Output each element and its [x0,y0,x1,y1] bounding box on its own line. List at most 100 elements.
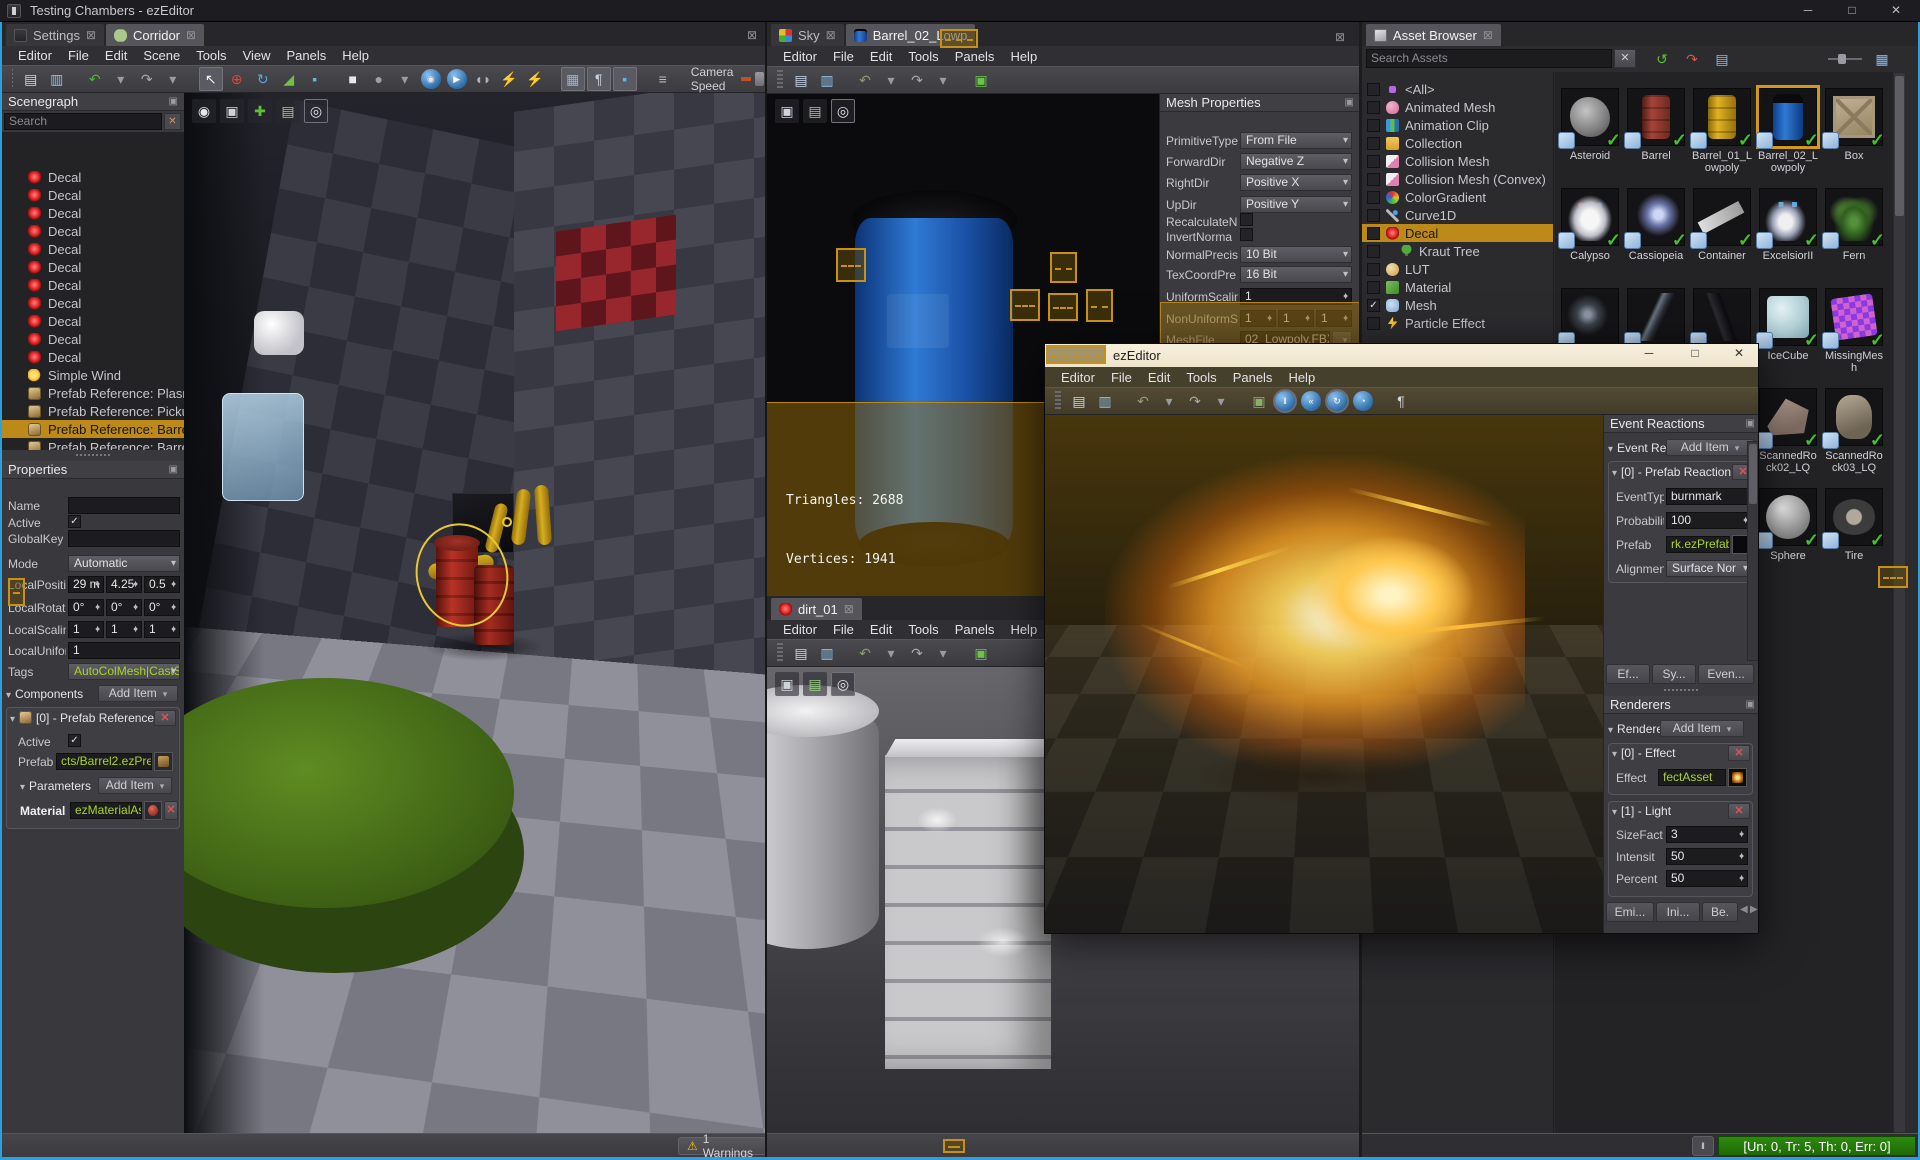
menu-item[interactable]: File [825,620,862,639]
dock-scrollbar[interactable] [1747,441,1758,661]
intensity-field[interactable]: 50 [1666,848,1748,865]
asset-thumbnail[interactable]: ✓ [1756,88,1819,150]
scenegraph-item[interactable]: Decal [2,294,184,312]
gizmo-handle[interactable] [502,517,512,527]
toolbar-grip[interactable] [1055,391,1061,411]
toolbar-icon[interactable]: ◉ [420,69,441,89]
toolbar-icon[interactable]: ▾ [1157,389,1181,413]
toolbar-icon[interactable]: ◢ [277,67,301,91]
event-reactions-group[interactable]: Event Reac [1608,441,1668,455]
tab-emission[interactable]: Emi... [1606,902,1654,922]
menu-item[interactable]: File [60,46,97,65]
asset-item[interactable]: ✓ ScannedRock02_LQ [1755,384,1821,484]
updir-select[interactable]: Positive Y [1240,196,1352,213]
toolbar-icon[interactable]: ¶ [1389,389,1413,413]
menu-item[interactable]: View [235,46,279,65]
asset-thumbnail[interactable]: ✓ [1822,88,1885,150]
toolbar-icon[interactable]: ◖◗ [471,67,495,91]
toolbar-icon[interactable]: ↖ [198,67,223,91]
menu-item[interactable]: Edit [862,47,900,66]
float-panel-icon[interactable]: ▣ [169,96,178,107]
warnings-button[interactable]: ⚠ 1 Warnings [678,1132,767,1158]
viewport-icon[interactable]: ▤ [276,99,300,123]
reaction-header[interactable]: [0] - Prefab Reaction [1612,465,1731,479]
minimize-button[interactable]: ─ [1786,0,1830,21]
toolbar-icon[interactable]: ▤ [789,641,813,665]
search-clear-button[interactable]: ✕ [1614,49,1636,68]
reaction-prefab-field[interactable]: rk.ezPrefab [1666,536,1730,553]
toolbar-icon[interactable]: ↷ [135,67,159,91]
viewport-icon[interactable]: ◎ [304,99,328,123]
asset-type-item[interactable]: ✓ Mesh [1362,296,1553,314]
parameters-add-item-button[interactable]: Add Item [98,777,172,794]
toolbar-icon[interactable]: ▤ [789,68,813,92]
menu-item[interactable]: File [825,47,862,66]
close-button[interactable]: ✕ [1874,0,1918,21]
effect-asset-field[interactable]: fectAsset [1658,769,1726,786]
toolbar-icon[interactable]: ▾ [931,68,955,92]
float-panel-icon[interactable]: ▣ [1345,97,1354,108]
asset-thumbnail[interactable] [1624,288,1685,349]
type-filter-checkbox[interactable] [1367,316,1380,330]
asset-type-item[interactable]: Collection [1362,134,1553,152]
asset-item[interactable]: ✓ Container [1689,184,1755,284]
menu-item[interactable]: File [1103,368,1140,387]
type-filter-checkbox[interactable] [1367,136,1380,150]
viewport-icon[interactable]: ✚ [248,99,272,123]
camera-speed-slider[interactable] [741,72,765,86]
viewport-icon[interactable]: ▤ [803,99,827,123]
toolbar-icon[interactable]: ◔ [1353,391,1373,411]
asset-thumbnail[interactable]: ✓ [1558,188,1621,250]
scenegraph-item[interactable]: Prefab Reference: Pickup_P... [2,402,184,420]
asset-type-item[interactable]: ColorGradient [1362,188,1553,206]
texcoord-precision-select[interactable]: 16 Bit [1240,266,1352,283]
tab-close-icon[interactable]: ⊠ [86,28,96,42]
scenegraph-search-input[interactable]: Search [4,113,162,130]
asset-thumbnail[interactable] [1690,288,1751,349]
tab-initialization[interactable]: Ini... [1656,902,1700,922]
toolbar-icon[interactable]: ▥ [45,67,69,91]
toolbar-icon[interactable]: ▾ [931,641,955,665]
asset-type-item[interactable]: Collision Mesh [1362,152,1553,170]
scenegraph-item[interactable]: Decal [2,258,184,276]
toolbar-grip[interactable] [12,69,13,89]
prefab-thumbnail[interactable] [154,752,173,771]
asset-item[interactable]: ✓ MissingMesh [1821,284,1887,384]
splitter-handle[interactable] [76,454,110,456]
asset-type-item[interactable]: LUT [1362,260,1553,278]
scenegraph-item[interactable]: Prefab Reference: Plasma_S... [2,384,184,402]
asset-thumbnail[interactable]: ✓ [1756,488,1819,550]
asset-type-item[interactable]: Collision Mesh (Convex) [1362,170,1553,188]
asset-item[interactable]: ✓ Box [1821,84,1887,184]
localscaling-y[interactable]: 1 [106,621,142,638]
name-field[interactable] [68,497,180,514]
toolbar-icon[interactable]: « [1301,391,1321,411]
rightdir-select[interactable]: Positive X [1240,174,1352,191]
forwarddir-select[interactable]: Negative Z [1240,153,1352,170]
localrotation-x[interactable]: 0° [68,599,104,616]
tab-close-icon[interactable]: ⊠ [844,602,854,616]
scenegraph-item[interactable]: Decal [2,276,184,294]
material-thumbnail[interactable] [144,801,162,820]
toolbar-icon[interactable]: ▪ [303,67,327,91]
particle-preview-viewport[interactable] [1045,415,1603,933]
scenegraph-item[interactable]: Decal [2,222,184,240]
type-filter-checkbox[interactable] [1367,82,1380,96]
toolbar-icon[interactable]: ⚡ [497,67,521,91]
toolbar-icon[interactable]: ▾ [393,67,417,91]
toolbar-icon[interactable]: ▣ [969,641,993,665]
eventtype-field[interactable]: burnmark [1666,488,1752,505]
scenegraph-item[interactable]: Decal [2,168,184,186]
asset-item[interactable]: ✓ Fern [1821,184,1887,284]
toolbar-icon[interactable]: ▦ [560,67,585,91]
localposition-x[interactable]: 29 m [68,576,104,593]
asset-tool-icon[interactable]: ↺ [1650,47,1674,71]
parameters-header[interactable]: Parameters [20,779,91,793]
asset-type-item[interactable]: Decal [1362,224,1553,242]
scenegraph-item[interactable]: Decal [2,186,184,204]
asset-search-input[interactable]: Search Assets [1366,49,1612,68]
tab-system[interactable]: Sy... [1652,664,1696,684]
toolbar-icon[interactable]: ▤ [1067,389,1091,413]
float-maximize-button[interactable]: □ [1675,346,1715,360]
remove-component-button[interactable] [154,710,176,726]
